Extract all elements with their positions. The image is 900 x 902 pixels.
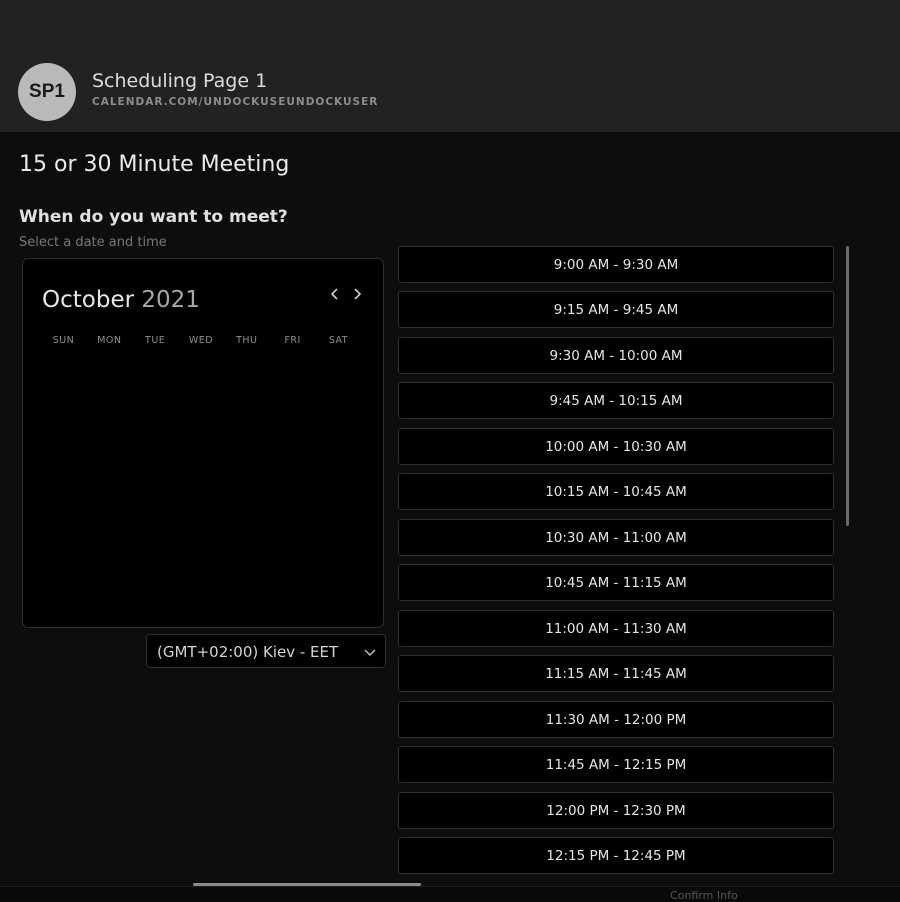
avatar: SP1 bbox=[18, 63, 76, 121]
chevron-right-icon[interactable] bbox=[351, 285, 363, 306]
time-slot[interactable]: 9:00 AM - 9:30 AM bbox=[398, 246, 834, 283]
weekday-sat: SAT bbox=[328, 335, 349, 346]
weekday-wed: WED bbox=[188, 335, 214, 346]
time-slot[interactable]: 10:45 AM - 11:15 AM bbox=[398, 564, 834, 601]
weekday-thu: THU bbox=[236, 335, 258, 346]
time-slot[interactable]: 11:30 AM - 12:00 PM bbox=[398, 701, 834, 738]
timezone-value: (GMT+02:00) Kiev - EET bbox=[157, 643, 339, 661]
time-slot[interactable]: 11:00 AM - 11:30 AM bbox=[398, 610, 834, 647]
time-slot[interactable]: 9:15 AM - 9:45 AM bbox=[398, 291, 834, 328]
time-slot[interactable]: 12:00 PM - 12:30 PM bbox=[398, 792, 834, 829]
time-slot[interactable]: 11:15 AM - 11:45 AM bbox=[398, 655, 834, 692]
chevron-down-icon bbox=[363, 644, 377, 658]
meeting-subtitle: Select a date and time bbox=[19, 235, 167, 250]
time-slot[interactable]: 10:30 AM - 11:00 AM bbox=[398, 519, 834, 556]
chevron-left-icon[interactable] bbox=[329, 285, 341, 306]
page-name: Scheduling Page 1 bbox=[92, 70, 268, 92]
timezone-select[interactable]: (GMT+02:00) Kiev - EET bbox=[146, 634, 386, 668]
calendar-panel: October 2021 SUN MON TUE WED THU FRI SAT bbox=[22, 258, 384, 628]
page-url[interactable]: CALENDAR.COM/UNDOCKUSEUNDOCKUSER bbox=[92, 96, 378, 108]
calendar-year: 2021 bbox=[141, 287, 200, 313]
time-slot[interactable]: 9:45 AM - 10:15 AM bbox=[398, 382, 834, 419]
time-slot[interactable]: 12:15 PM - 12:45 PM bbox=[398, 837, 834, 874]
weekday-tue: TUE bbox=[145, 335, 166, 346]
time-slot-scrollbar[interactable] bbox=[846, 246, 849, 526]
weekday-mon: MON bbox=[97, 335, 122, 346]
time-slot[interactable]: 10:15 AM - 10:45 AM bbox=[398, 473, 834, 510]
meeting-question: When do you want to meet? bbox=[19, 207, 288, 227]
weekday-fri: FRI bbox=[284, 335, 301, 346]
meeting-title: 15 or 30 Minute Meeting bbox=[19, 152, 290, 177]
calendar-month: October bbox=[42, 287, 135, 313]
time-slot[interactable]: 11:45 AM - 12:15 PM bbox=[398, 746, 834, 783]
weekday-sun: SUN bbox=[52, 335, 75, 346]
page-footer bbox=[0, 886, 900, 901]
time-slot[interactable]: 9:30 AM - 10:00 AM bbox=[398, 337, 834, 374]
page-header: SP1 Scheduling Page 1 CALENDAR.COM/UNDOC… bbox=[0, 0, 900, 132]
time-slot[interactable]: 10:00 AM - 10:30 AM bbox=[398, 428, 834, 465]
calendar-month-label: October 2021 bbox=[42, 287, 200, 313]
weekday-header: SUN MON TUE WED THU FRI SAT bbox=[41, 335, 361, 346]
footer-step-label: Confirm Info bbox=[670, 889, 738, 902]
